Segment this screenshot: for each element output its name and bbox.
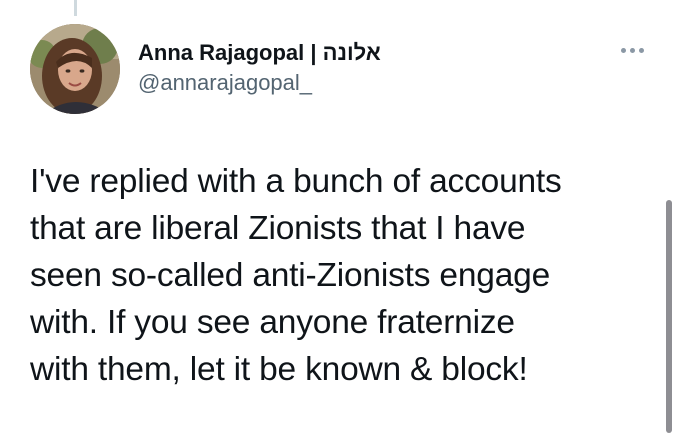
- tweet-text-line: seen so-called anti-Zionists engage: [30, 257, 551, 294]
- tweet-card: Anna Rajagopal | אלונה @annarajagopal_ I…: [0, 0, 680, 433]
- thread-connector-line: [74, 0, 77, 16]
- more-dot: [620, 47, 626, 53]
- author-display-name[interactable]: Anna Rajagopal | אלונה: [138, 40, 381, 66]
- more-dot: [629, 47, 635, 53]
- more-options-icon[interactable]: [614, 38, 650, 62]
- tweet-text-line: with. If you see anyone fraternize: [30, 304, 515, 341]
- tweet-text-line: that are liberal Zionists that I have: [30, 210, 526, 247]
- avatar-photo: [30, 24, 120, 114]
- scrollbar[interactable]: [666, 200, 672, 433]
- tweet-text-line: I've replied with a bunch of accounts: [30, 163, 562, 200]
- author-handle[interactable]: @annarajagopal_: [138, 69, 381, 97]
- avatar[interactable]: [30, 24, 120, 114]
- author-block: Anna Rajagopal | אלונה @annarajagopal_: [138, 40, 381, 97]
- more-dot: [638, 47, 644, 53]
- tweet-text-line: with them, let it be known & block!: [30, 351, 528, 388]
- tweet-text: I've replied with a bunch of accounts th…: [30, 158, 650, 393]
